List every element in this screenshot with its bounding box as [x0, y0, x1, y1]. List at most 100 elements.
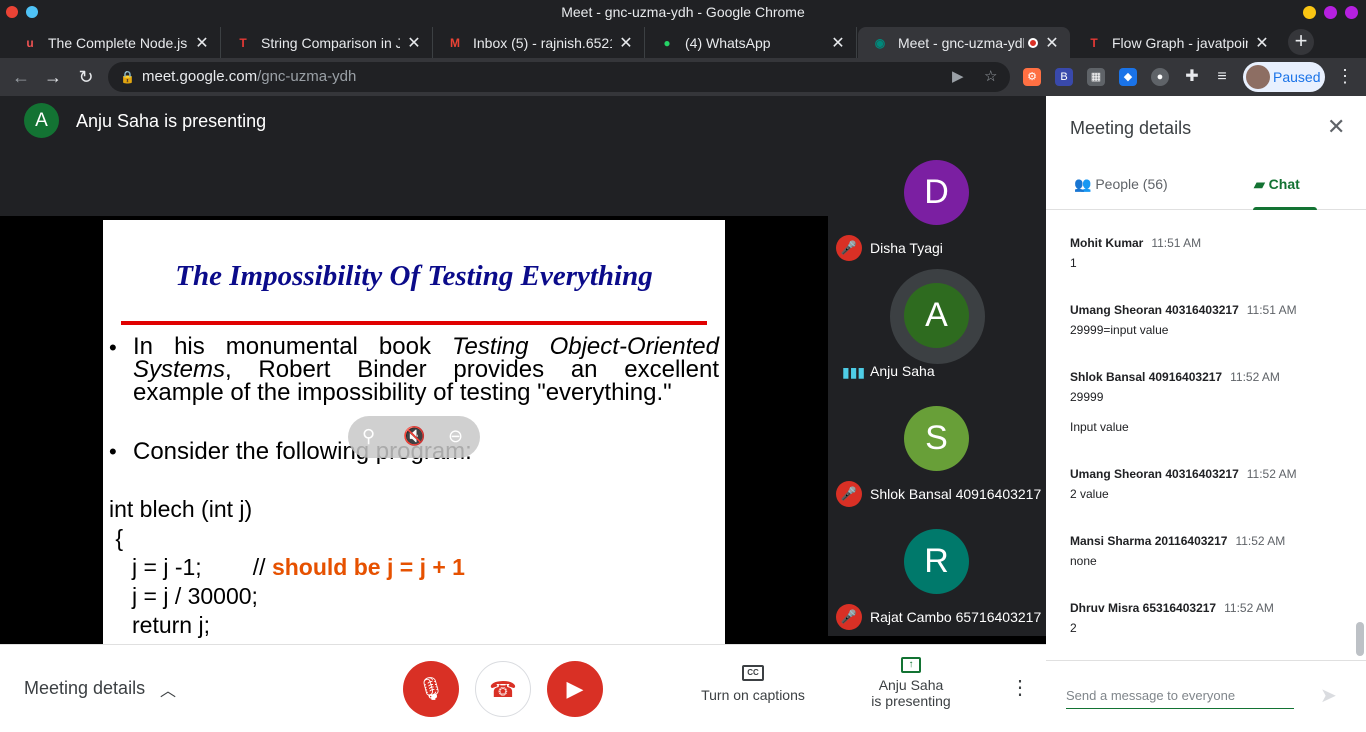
send-icon[interactable]: ➤ — [1320, 683, 1337, 708]
code-comment: should be j = j + 1 — [271, 554, 465, 580]
panel-tabs: 👥 People (56) ▰ Chat — [1046, 160, 1366, 210]
close-tab-icon[interactable]: ✕ — [406, 33, 422, 53]
message-sender: Mohit Kumar — [1070, 236, 1144, 250]
profile-button[interactable]: Paused — [1243, 62, 1325, 92]
participant-tile[interactable]: S 🎤 Shlok Bansal 40916403217 — [828, 390, 1046, 513]
tab-label: People (56) — [1095, 176, 1168, 192]
close-panel-icon[interactable]: ✕ — [1327, 114, 1345, 140]
captions-button[interactable]: CC Turn on captions — [700, 665, 806, 703]
active-tab-indicator — [1253, 207, 1317, 210]
app-indicator-icon — [26, 6, 38, 18]
participant-tile[interactable]: A ▮▮▮ Anju Saha — [828, 267, 1046, 390]
media-control-icon[interactable]: ≡ — [1213, 68, 1231, 86]
message-time: 11:52 AM — [1230, 370, 1280, 384]
address-bar[interactable]: 🔒 meet.google.com/gnc-uzma-ydh ▶ ☆ — [108, 62, 1010, 92]
meeting-details-button[interactable]: Meeting details — [24, 678, 145, 699]
extension-icon[interactable]: ▦ — [1087, 68, 1105, 86]
udemy-icon: u — [26, 35, 34, 50]
code-line: j = j / 30000; — [132, 583, 258, 609]
bullet-icon: • — [109, 439, 117, 464]
presenting-label: Anju Saha — [878, 677, 944, 693]
close-tab-icon[interactable]: ✕ — [1044, 33, 1060, 53]
chat-scrollbar[interactable] — [1356, 622, 1364, 656]
close-tab-icon[interactable]: ✕ — [194, 33, 210, 53]
recording-icon — [1028, 37, 1038, 48]
message-time: 11:51 AM — [1151, 236, 1202, 250]
close-window-button[interactable] — [1345, 6, 1358, 19]
javatpoint-icon: T — [1090, 35, 1098, 50]
tab-people[interactable]: 👥 People (56) — [1074, 176, 1168, 193]
avatar: A — [904, 283, 969, 348]
chrome-menu-icon[interactable]: ⋮ — [1336, 66, 1354, 87]
minimize-button[interactable] — [1303, 6, 1316, 19]
browser-tab[interactable]: T Flow Graph - javatpoint ✕ — [1072, 27, 1280, 58]
mic-muted-icon: 🎤 — [836, 604, 862, 630]
close-tab-icon[interactable]: ✕ — [1254, 33, 1270, 53]
forward-button[interactable]: → — [40, 64, 66, 90]
stage-background — [0, 146, 828, 216]
avatar: S — [904, 406, 969, 471]
chat-message: Shlok Bansal 40916403217 11:52 AM 29999 I… — [1070, 370, 1350, 434]
message-sender: Shlok Bansal 40916403217 — [1070, 370, 1223, 384]
new-tab-button[interactable]: + — [1288, 29, 1314, 55]
chat-input[interactable] — [1066, 683, 1294, 709]
extension-icon[interactable]: B — [1055, 68, 1073, 86]
browser-tab[interactable]: ● (4) WhatsApp ✕ — [645, 27, 857, 58]
browser-tab[interactable]: T String Comparison in Jav ✕ — [221, 27, 433, 58]
meet-stage: A Anju Saha is presenting The Impossibil… — [0, 96, 1046, 644]
audio-level-icon: ▮▮▮ — [842, 364, 866, 380]
participant-tile[interactable]: R 🎤 Rajat Cambo 65716403217 — [828, 513, 1046, 636]
leave-call-button[interactable]: ☎ — [475, 661, 531, 717]
presenter-text: Anju Saha is presenting — [76, 111, 267, 131]
bookmark-star-icon[interactable]: ☆ — [984, 62, 997, 92]
extensions-puzzle-icon[interactable]: ✚ — [1183, 68, 1201, 86]
remove-icon[interactable]: ⊖ — [448, 426, 463, 447]
tile-overlay-controls: ⚲ 🔇 ⊖ — [348, 416, 480, 458]
pin-icon[interactable]: ⚲ — [362, 426, 375, 447]
close-tab-icon[interactable]: ✕ — [830, 33, 846, 53]
chat-message: Mansi Sharma 20116403217 11:52 AM none — [1070, 534, 1350, 568]
presenter-bar: A Anju Saha is presenting — [0, 96, 1046, 146]
chevron-up-icon[interactable]: ︿ — [160, 677, 176, 701]
whatsapp-icon: ● — [663, 35, 671, 50]
participant-name: Rajat Cambo 65716403217 — [870, 609, 1042, 625]
url-path: /gnc-uzma-ydh — [257, 68, 357, 85]
browser-tab-active[interactable]: ◉ Meet - gnc-uzma-ydh ✕ — [858, 27, 1070, 58]
close-tab-icon[interactable]: ✕ — [618, 33, 634, 53]
extension-icon[interactable]: ● — [1151, 68, 1169, 86]
reload-button[interactable]: ↻ — [73, 64, 99, 90]
message-text: 29999=input value — [1070, 323, 1169, 337]
extension-icon[interactable]: ◆ — [1119, 68, 1137, 86]
participant-tile[interactable]: D 🎤 Disha Tyagi — [828, 144, 1046, 267]
mic-off-icon: 🎙 — [417, 676, 445, 701]
tab-chat[interactable]: ▰ Chat — [1254, 176, 1300, 193]
tab-label: Flow Graph - javatpoint — [1112, 34, 1248, 51]
message-sender: Umang Sheoran 40316403217 — [1070, 467, 1239, 481]
back-button[interactable]: ← — [8, 64, 34, 90]
participant-strip: D 🎤 Disha Tyagi A ▮▮▮ Anju Saha S 🎤 Shlo… — [828, 144, 1046, 636]
browser-tab[interactable]: M Inbox (5) - rajnish.652164 ✕ — [433, 27, 645, 58]
bullet-text: example of the impossibility of testing … — [133, 379, 672, 406]
camera-toggle-button[interactable]: ▶ — [547, 661, 603, 717]
profile-status: Paused — [1273, 69, 1321, 85]
camera-icon[interactable]: ▶ — [952, 62, 964, 92]
avatar: A — [24, 103, 59, 138]
mic-toggle-button[interactable]: 🎙 — [403, 661, 459, 717]
more-options-icon[interactable]: ⋮ — [1010, 675, 1030, 700]
participant-name: Shlok Bansal 40916403217 — [870, 486, 1042, 502]
mute-speaker-icon[interactable]: 🔇 — [403, 426, 425, 447]
code-line: j = j -1; // should be j = j + 1 — [132, 554, 465, 581]
extension-icon[interactable]: ⚙ — [1023, 68, 1041, 86]
maximize-button[interactable] — [1324, 6, 1337, 19]
present-screen-icon: ↑ — [901, 657, 921, 673]
message-time: 11:52 AM — [1235, 534, 1286, 548]
window-title: Meet - gnc-uzma-ydh - Google Chrome — [561, 4, 805, 20]
browser-tab[interactable]: u The Complete Node.js De ✕ — [8, 27, 221, 58]
chat-message: Dhruv Misra 65316403217 11:52 AM 2 — [1070, 601, 1350, 635]
call-controls-bar: Meeting details ︿ 🎙 ☎ ▶ CC Turn on capti… — [0, 644, 1046, 732]
message-sender: Umang Sheoran 40316403217 — [1070, 303, 1239, 317]
presenting-button[interactable]: ↑ Anju Saha is presenting — [866, 657, 956, 709]
panel-title: Meeting details — [1070, 118, 1192, 138]
mic-muted-icon: 🎤 — [836, 235, 862, 261]
tab-label: Meet - gnc-uzma-ydh — [898, 34, 1024, 51]
